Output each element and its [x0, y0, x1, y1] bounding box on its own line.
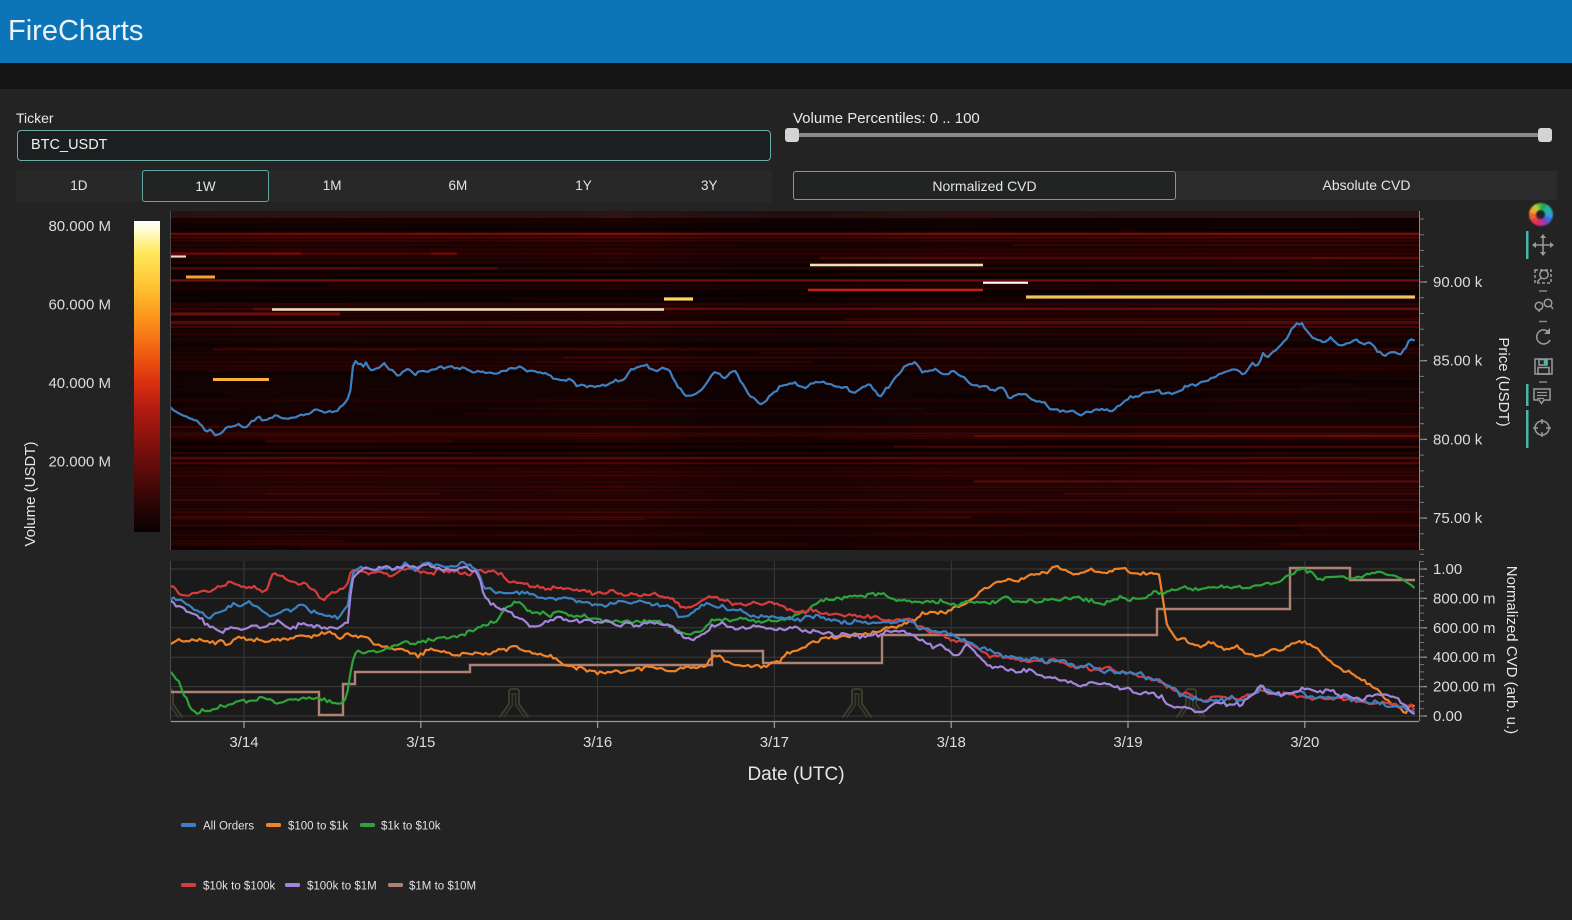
svg-text:$100 to $1k: $100 to $1k	[288, 821, 348, 833]
svg-text:80.00 k: 80.00 k	[1433, 431, 1483, 448]
svg-text:3/16: 3/16	[583, 734, 612, 751]
svg-text:20.000 M: 20.000 M	[48, 454, 111, 471]
svg-text:90.00 k: 90.00 k	[1433, 274, 1483, 291]
svg-text:400.00 m: 400.00 m	[1433, 649, 1496, 666]
svg-text:$1k to $10k: $1k to $10k	[381, 821, 441, 833]
svg-text:3/18: 3/18	[937, 734, 966, 751]
svg-text:3/14: 3/14	[229, 734, 258, 751]
svg-text:$100k to $1M: $100k to $1M	[307, 881, 377, 893]
svg-text:3/17: 3/17	[760, 734, 789, 751]
svg-text:60.000 M: 60.000 M	[48, 297, 111, 314]
svg-text:800.00 m: 800.00 m	[1433, 590, 1496, 607]
svg-text:Volume (USDT): Volume (USDT)	[22, 441, 39, 546]
svg-text:75.00 k: 75.00 k	[1433, 510, 1483, 527]
svg-text:40.000 M: 40.000 M	[48, 375, 111, 392]
svg-text:80.000 M: 80.000 M	[48, 218, 111, 235]
svg-text:All Orders: All Orders	[203, 821, 254, 833]
svg-text:3/15: 3/15	[406, 734, 435, 751]
svg-text:85.00 k: 85.00 k	[1433, 353, 1483, 370]
svg-text:Price (USDT): Price (USDT)	[1495, 337, 1512, 426]
svg-text:$10k to $100k: $10k to $100k	[203, 881, 276, 893]
svg-text:3/19: 3/19	[1113, 734, 1142, 751]
svg-text:600.00 m: 600.00 m	[1433, 620, 1496, 637]
svg-text:Normalized CVD (arb. u.): Normalized CVD (arb. u.)	[1503, 566, 1520, 734]
svg-text:$1M to $10M: $1M to $10M	[409, 881, 476, 893]
svg-text:0.00: 0.00	[1433, 708, 1462, 725]
svg-text:1.00: 1.00	[1433, 561, 1462, 578]
svg-text:200.00 m: 200.00 m	[1433, 679, 1496, 696]
svg-text:Date (UTC): Date (UTC)	[747, 764, 844, 785]
svg-text:3/20: 3/20	[1290, 734, 1319, 751]
